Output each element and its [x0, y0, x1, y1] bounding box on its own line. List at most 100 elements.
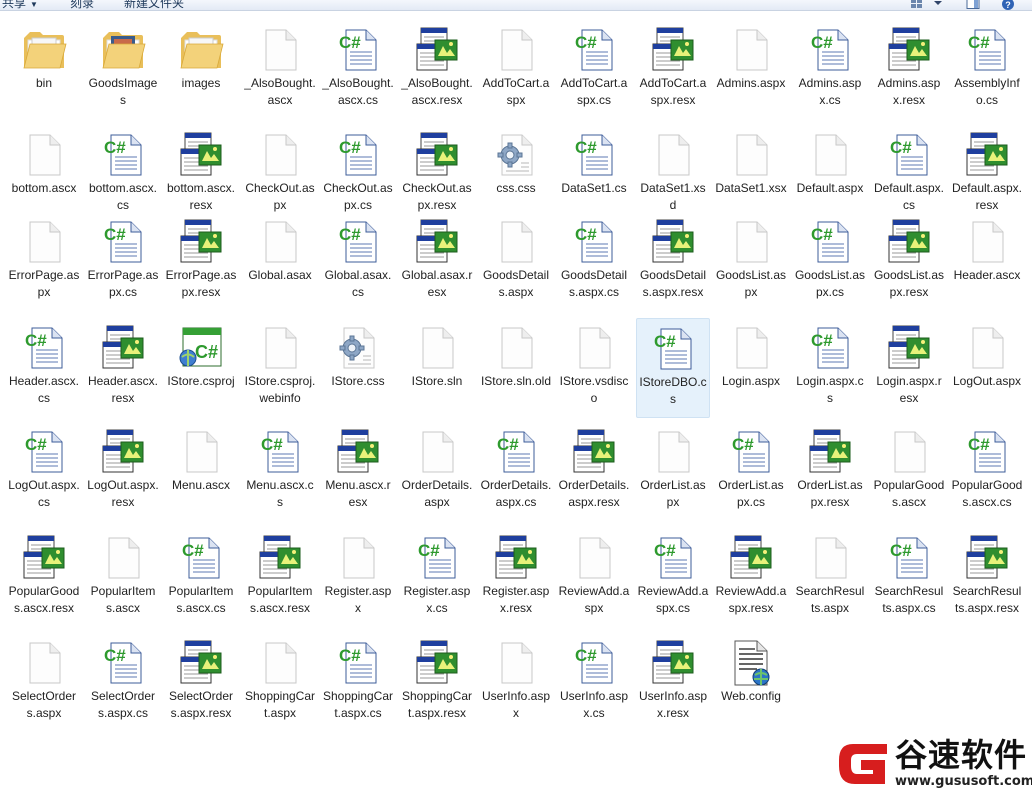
- file-item[interactable]: _AlsoBought.ascx.resx: [400, 20, 474, 120]
- file-item[interactable]: C# PopularItems.ascx.cs: [164, 528, 238, 628]
- file-item[interactable]: C# SelectOrders.aspx.cs: [86, 633, 160, 733]
- file-item[interactable]: C# GoodsDetails.aspx.cs: [557, 212, 631, 312]
- file-item[interactable]: C# Header.ascx.cs: [7, 318, 81, 418]
- file-item[interactable]: CheckOut.aspx: [243, 125, 317, 225]
- help-icon[interactable]: ?: [1001, 0, 1015, 10]
- file-item[interactable]: C# AssemblyInfo.cs: [950, 20, 1024, 120]
- file-item[interactable]: UserInfo.aspx.resx: [636, 633, 710, 733]
- file-item[interactable]: C# _AlsoBought.ascx.cs: [321, 20, 395, 120]
- file-item[interactable]: Default.aspx.resx: [950, 125, 1024, 225]
- file-item[interactable]: C# OrderDetails.aspx.cs: [479, 422, 553, 522]
- svg-text:C#: C#: [732, 435, 754, 454]
- file-item[interactable]: Web.config: [714, 633, 788, 733]
- file-item[interactable]: Header.ascx.resx: [86, 318, 160, 418]
- file-item[interactable]: DataSet1.xsx: [714, 125, 788, 225]
- file-item[interactable]: Global.asax: [243, 212, 317, 312]
- file-item[interactable]: C# ShoppingCart.aspx.cs: [321, 633, 395, 733]
- new-folder-button[interactable]: 新建文件夹: [124, 0, 184, 11]
- file-item[interactable]: PopularItems.ascx: [86, 528, 160, 628]
- blank-file-icon: [492, 639, 540, 687]
- file-item[interactable]: OrderDetails.aspx: [400, 422, 474, 522]
- file-item[interactable]: GoodsDetails.aspx: [479, 212, 553, 312]
- file-item[interactable]: C# IStoreDBO.cs: [636, 318, 710, 418]
- burn-button[interactable]: 刻录: [70, 0, 94, 11]
- file-item[interactable]: AddToCart.aspx.resx: [636, 20, 710, 120]
- resx-file-icon: [99, 428, 147, 476]
- file-item[interactable]: SearchResults.aspx: [793, 528, 867, 628]
- file-item[interactable]: C# UserInfo.aspx.cs: [557, 633, 631, 733]
- file-item[interactable]: PopularGoods.ascx.resx: [7, 528, 81, 628]
- file-item[interactable]: SelectOrders.aspx: [7, 633, 81, 733]
- file-item[interactable]: GoodsImages: [86, 20, 160, 120]
- file-item[interactable]: C# SearchResults.aspx.cs: [872, 528, 946, 628]
- file-item[interactable]: AddToCart.aspx: [479, 20, 553, 120]
- file-item[interactable]: Register.aspx.resx: [479, 528, 553, 628]
- file-item[interactable]: PopularItems.ascx.resx: [243, 528, 317, 628]
- file-item[interactable]: bottom.ascx: [7, 125, 81, 225]
- file-item[interactable]: Register.aspx: [321, 528, 395, 628]
- file-item[interactable]: C# CheckOut.aspx.cs: [321, 125, 395, 225]
- file-item[interactable]: LogOut.aspx: [950, 318, 1024, 418]
- file-item[interactable]: SelectOrders.aspx.resx: [164, 633, 238, 733]
- file-item[interactable]: ShoppingCart.aspx.resx: [400, 633, 474, 733]
- file-item[interactable]: IStore.sln: [400, 318, 474, 418]
- file-item[interactable]: GoodsDetails.aspx.resx: [636, 212, 710, 312]
- file-item[interactable]: C# PopularGoods.ascx.cs: [950, 422, 1024, 522]
- view-dropdown-icon[interactable]: [933, 0, 943, 9]
- file-item[interactable]: ShoppingCart.aspx: [243, 633, 317, 733]
- file-item[interactable]: Admins.aspx.resx: [872, 20, 946, 120]
- csharp-file-icon: C#: [20, 324, 68, 372]
- file-item[interactable]: bin: [7, 20, 81, 120]
- file-item[interactable]: CheckOut.aspx.resx: [400, 125, 474, 225]
- file-item[interactable]: C# OrderList.aspx.cs: [714, 422, 788, 522]
- file-item[interactable]: C# Register.aspx.cs: [400, 528, 474, 628]
- file-item[interactable]: GoodsList.aspx: [714, 212, 788, 312]
- file-item[interactable]: GoodsList.aspx.resx: [872, 212, 946, 312]
- file-item[interactable]: ReviewAdd.aspx.resx: [714, 528, 788, 628]
- file-item[interactable]: IStore.css: [321, 318, 395, 418]
- file-item[interactable]: C# GoodsList.aspx.cs: [793, 212, 867, 312]
- view-options-icon[interactable]: [910, 0, 924, 9]
- file-item[interactable]: C# ErrorPage.aspx.cs: [86, 212, 160, 312]
- file-item[interactable]: Login.aspx: [714, 318, 788, 418]
- file-item[interactable]: C# DataSet1.cs: [557, 125, 631, 225]
- file-item[interactable]: OrderDetails.aspx.resx: [557, 422, 631, 522]
- file-item[interactable]: _AlsoBought.ascx: [243, 20, 317, 120]
- file-item[interactable]: C# Global.asax.cs: [321, 212, 395, 312]
- file-item[interactable]: C# IStore.csproj: [164, 318, 238, 418]
- file-item[interactable]: C# Default.aspx.cs: [872, 125, 946, 225]
- file-item[interactable]: Menu.ascx: [164, 422, 238, 522]
- file-item[interactable]: ReviewAdd.aspx: [557, 528, 631, 628]
- file-item[interactable]: Header.ascx: [950, 212, 1024, 312]
- file-item[interactable]: PopularGoods.ascx: [872, 422, 946, 522]
- file-item[interactable]: Login.aspx.resx: [872, 318, 946, 418]
- file-item[interactable]: C# bottom.ascx.cs: [86, 125, 160, 225]
- file-item[interactable]: IStore.sln.old: [479, 318, 553, 418]
- file-item[interactable]: SearchResults.aspx.resx: [950, 528, 1024, 628]
- file-item[interactable]: images: [164, 20, 238, 120]
- file-item[interactable]: C# AddToCart.aspx.cs: [557, 20, 631, 120]
- file-item[interactable]: C# LogOut.aspx.cs: [7, 422, 81, 522]
- file-item[interactable]: C# ReviewAdd.aspx.cs: [636, 528, 710, 628]
- file-item[interactable]: C# Menu.ascx.cs: [243, 422, 317, 522]
- file-item[interactable]: Global.asax.resx: [400, 212, 474, 312]
- file-item[interactable]: bottom.ascx.resx: [164, 125, 238, 225]
- file-item[interactable]: Default.aspx: [793, 125, 867, 225]
- file-item[interactable]: DataSet1.xsd: [636, 125, 710, 225]
- file-item[interactable]: IStore.csproj.webinfo: [243, 318, 317, 418]
- file-name: AssemblyInfo.cs: [954, 76, 1020, 107]
- preview-pane-icon[interactable]: [966, 0, 980, 9]
- file-item[interactable]: C# Admins.aspx.cs: [793, 20, 867, 120]
- file-item[interactable]: LogOut.aspx.resx: [86, 422, 160, 522]
- file-item[interactable]: Menu.ascx.resx: [321, 422, 395, 522]
- share-button[interactable]: 共享 ▼: [2, 0, 38, 11]
- file-item[interactable]: Admins.aspx: [714, 20, 788, 120]
- file-item[interactable]: ErrorPage.aspx.resx: [164, 212, 238, 312]
- file-item[interactable]: OrderList.aspx.resx: [793, 422, 867, 522]
- file-item[interactable]: css.css: [479, 125, 553, 225]
- file-item[interactable]: IStore.vsdisco: [557, 318, 631, 418]
- file-item[interactable]: UserInfo.aspx: [479, 633, 553, 733]
- file-item[interactable]: ErrorPage.aspx: [7, 212, 81, 312]
- file-item[interactable]: OrderList.aspx: [636, 422, 710, 522]
- file-item[interactable]: C# Login.aspx.cs: [793, 318, 867, 418]
